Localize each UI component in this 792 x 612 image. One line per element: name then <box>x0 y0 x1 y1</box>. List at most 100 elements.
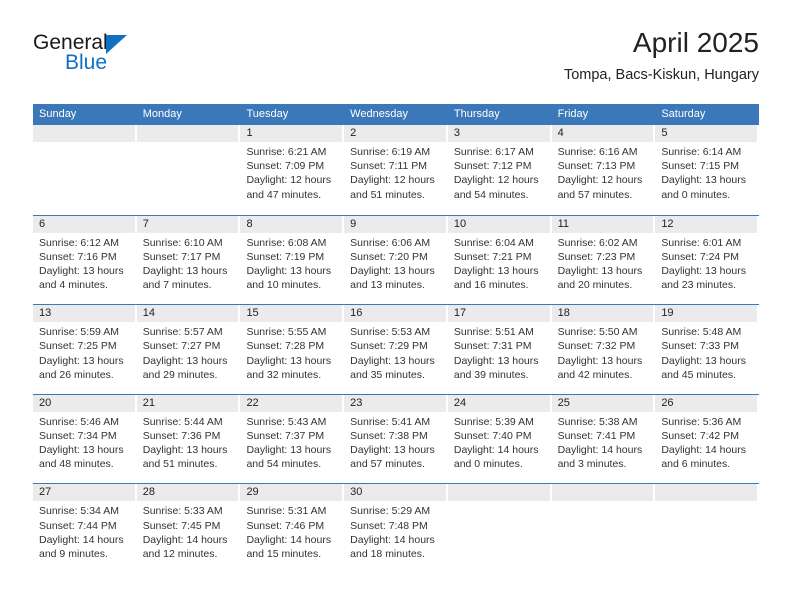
sunset-text: Sunset: 7:15 PM <box>661 160 739 173</box>
page-title: April 2025 <box>632 27 759 58</box>
calendar-day-cell[interactable]: 25 Sunrise: 5:38 AM Sunset: 7:41 PM Dayligh… <box>551 394 656 484</box>
daylight-text: Daylight: 13 hours and 0 minutes. <box>661 174 746 201</box>
day-number: 27 <box>33 484 135 502</box>
day-details: Sunrise: 5:50 AM Sunset: 7:32 PM Daylight:… <box>552 322 656 382</box>
calendar-week-row: 13 Sunrise: 5:59 AM Sunset: 7:25 PM Dayligh… <box>33 304 759 394</box>
logo-text-blue: Blue <box>65 51 108 74</box>
day-number: 2 <box>344 125 446 142</box>
day-number: 23 <box>344 394 446 412</box>
sunrise-text: Sunrise: 5:48 AM <box>661 326 742 339</box>
day-details: Sunrise: 5:44 AM Sunset: 7:36 PM Daylight:… <box>137 412 241 472</box>
page-header: General Blue April 2025 Tompa, Bacs-Kisk… <box>33 26 759 96</box>
day-details: Sunrise: 5:41 AM Sunset: 7:38 PM Daylight:… <box>344 412 448 472</box>
calendar-day-cell[interactable]: 3 Sunrise: 6:17 AM Sunset: 7:12 PM Daylight… <box>447 125 552 215</box>
sunrise-text: Sunrise: 5:38 AM <box>557 415 638 428</box>
day-number: 7 <box>136 215 239 233</box>
calendar-day-cell[interactable]: 13 Sunrise: 5:59 AM Sunset: 7:25 PM Dayligh… <box>33 305 137 394</box>
day-details: Sunrise: 5:31 AM Sunset: 7:46 PM Daylight:… <box>240 501 344 561</box>
calendar-day-cell[interactable]: 14 Sunrise: 5:57 AM Sunset: 7:27 PM Dayligh… <box>136 305 241 394</box>
daylight-text: Daylight: 13 hours and 26 minutes. <box>39 354 124 381</box>
sunset-text: Sunset: 7:31 PM <box>453 340 532 353</box>
calendar-day-cell[interactable]: 17 Sunrise: 5:51 AM Sunset: 7:31 PM Dayligh… <box>447 305 552 394</box>
daylight-text: Daylight: 14 hours and 15 minutes. <box>246 533 332 560</box>
daylight-text: Daylight: 13 hours and 35 minutes. <box>350 354 435 381</box>
sunset-text: Sunset: 7:25 PM <box>39 340 117 353</box>
day-details: Sunrise: 6:06 AM Sunset: 7:20 PM Daylight:… <box>344 233 448 293</box>
day-number: 19 <box>655 305 758 323</box>
title-block: April 2025 Tompa, Bacs-Kiskun, Hungary <box>564 26 759 86</box>
day-number: 30 <box>344 484 446 502</box>
calendar-day-cell[interactable]: 27 Sunrise: 5:34 AM Sunset: 7:44 PM Dayligh… <box>33 484 137 573</box>
calendar-day-cell[interactable]: 20 Sunrise: 5:46 AM Sunset: 7:34 PM Dayligh… <box>33 394 137 484</box>
sunrise-text: Sunrise: 5:53 AM <box>350 326 431 339</box>
calendar-day-cell[interactable]: 15 Sunrise: 5:55 AM Sunset: 7:28 PM Dayligh… <box>240 305 344 394</box>
day-number: 9 <box>344 215 446 233</box>
calendar-day-cell[interactable]: 26 Sunrise: 5:36 AM Sunset: 7:42 PM Dayligh… <box>655 394 759 484</box>
calendar-day-cell[interactable]: 28 Sunrise: 5:33 AM Sunset: 7:45 PM Dayligh… <box>136 484 241 573</box>
calendar-day-cell[interactable]: 11 Sunrise: 6:02 AM Sunset: 7:23 PM Dayligh… <box>551 215 656 305</box>
daylight-text: Daylight: 12 hours and 47 minutes. <box>246 174 332 201</box>
daylight-text: Daylight: 13 hours and 29 minutes. <box>142 354 228 381</box>
sunset-text: Sunset: 7:16 PM <box>39 250 117 263</box>
day-details: Sunrise: 5:43 AM Sunset: 7:37 PM Daylight:… <box>240 412 344 472</box>
day-number: 5 <box>655 125 758 142</box>
sunset-text: Sunset: 7:13 PM <box>557 160 636 173</box>
calendar-page: General Blue April 2025 Tompa, Bacs-Kisk… <box>0 0 792 612</box>
sunset-text: Sunset: 7:20 PM <box>350 250 428 263</box>
sunrise-text: Sunrise: 6:14 AM <box>661 146 742 158</box>
daylight-text: Daylight: 13 hours and 20 minutes. <box>557 265 643 292</box>
day-number: 20 <box>33 394 135 412</box>
calendar-day-cell[interactable]: 1 Sunrise: 6:21 AM Sunset: 7:09 PM Daylight… <box>240 125 344 215</box>
calendar-day-cell[interactable]: 8 Sunrise: 6:08 AM Sunset: 7:19 PM Daylight… <box>240 215 344 305</box>
sunrise-text: Sunrise: 5:34 AM <box>39 505 119 518</box>
day-details: Sunrise: 6:21 AM Sunset: 7:09 PM Daylight:… <box>240 142 344 202</box>
calendar-day-cell[interactable]: 2 Sunrise: 6:19 AM Sunset: 7:11 PM Daylight… <box>344 125 448 215</box>
day-details: Sunrise: 5:34 AM Sunset: 7:44 PM Daylight:… <box>33 501 137 561</box>
weekday-header-tuesday: Tuesday <box>246 108 289 120</box>
day-details: Sunrise: 6:02 AM Sunset: 7:23 PM Daylight:… <box>552 233 656 293</box>
day-number: 22 <box>240 394 343 412</box>
sunrise-text: Sunrise: 6:06 AM <box>350 236 431 249</box>
calendar-day-cell[interactable]: 6 Sunrise: 6:12 AM Sunset: 7:16 PM Daylight… <box>33 215 137 305</box>
sunset-text: Sunset: 7:11 PM <box>350 160 428 173</box>
calendar-day-cell[interactable]: 4 Sunrise: 6:16 AM Sunset: 7:13 PM Daylight… <box>551 125 656 215</box>
sunset-text: Sunset: 7:46 PM <box>246 519 325 532</box>
calendar-day-cell[interactable]: 18 Sunrise: 5:50 AM Sunset: 7:32 PM Dayligh… <box>551 305 656 394</box>
calendar-day-cell[interactable]: 19 Sunrise: 5:48 AM Sunset: 7:33 PM Dayligh… <box>655 305 759 394</box>
day-number: 26 <box>655 394 758 412</box>
sunrise-text: Sunrise: 6:08 AM <box>246 236 327 249</box>
day-number: 8 <box>240 215 343 233</box>
calendar-day-cell[interactable]: 21 Sunrise: 5:44 AM Sunset: 7:36 PM Dayligh… <box>136 394 241 484</box>
sunrise-text: Sunrise: 6:19 AM <box>350 146 431 158</box>
calendar-day-cell[interactable]: 23 Sunrise: 5:41 AM Sunset: 7:38 PM Dayligh… <box>344 394 448 484</box>
day-number: 25 <box>551 394 654 412</box>
calendar-day-cell[interactable]: 10 Sunrise: 6:04 AM Sunset: 7:21 PM Dayligh… <box>447 215 552 305</box>
calendar-grid: Sunday Monday Tuesday Wednesday Thursday Frid… <box>33 104 759 573</box>
day-details: Sunrise: 6:10 AM Sunset: 7:17 PM Daylight:… <box>137 233 241 293</box>
daylight-text: Daylight: 12 hours and 57 minutes. <box>557 174 643 201</box>
daylight-text: Daylight: 12 hours and 51 minutes. <box>350 174 435 201</box>
calendar-day-cell[interactable]: 16 Sunrise: 5:53 AM Sunset: 7:29 PM Dayligh… <box>344 305 448 394</box>
calendar-day-cell[interactable]: 9 Sunrise: 6:06 AM Sunset: 7:20 PM Daylight… <box>344 215 448 305</box>
calendar-day-cell[interactable]: 29 Sunrise: 5:31 AM Sunset: 7:46 PM Dayligh… <box>240 484 344 573</box>
weekday-header-sunday: Sunday <box>39 108 77 120</box>
sunrise-text: Sunrise: 5:33 AM <box>142 505 223 518</box>
calendar-day-cell[interactable]: 30 Sunrise: 5:29 AM Sunset: 7:48 PM Dayligh… <box>344 484 448 573</box>
daylight-text: Daylight: 12 hours and 54 minutes. <box>453 174 539 201</box>
weekday-header-row: Sunday Monday Tuesday Wednesday Thursday Frid… <box>33 104 759 125</box>
daylight-text: Daylight: 13 hours and 4 minutes. <box>39 265 124 292</box>
calendar-day-cell[interactable]: 5 Sunrise: 6:14 AM Sunset: 7:15 PM Daylight… <box>655 125 759 215</box>
calendar-day-cell[interactable]: 12 Sunrise: 6:01 AM Sunset: 7:24 PM Dayligh… <box>655 215 759 305</box>
sunset-text: Sunset: 7:36 PM <box>142 429 221 442</box>
daylight-text: Daylight: 13 hours and 39 minutes. <box>453 354 539 381</box>
daylight-text: Daylight: 13 hours and 7 minutes. <box>142 265 228 292</box>
calendar-day-cell[interactable]: 7 Sunrise: 6:10 AM Sunset: 7:17 PM Daylight… <box>136 215 241 305</box>
day-number <box>136 125 239 142</box>
daylight-text: Daylight: 13 hours and 23 minutes. <box>661 265 746 292</box>
calendar-day-cell[interactable]: 22 Sunrise: 5:43 AM Sunset: 7:37 PM Dayligh… <box>240 394 344 484</box>
sunrise-text: Sunrise: 6:16 AM <box>557 146 638 158</box>
sunrise-text: Sunrise: 6:01 AM <box>661 236 742 249</box>
day-number: 18 <box>551 305 654 323</box>
calendar-day-cell-empty <box>447 484 552 573</box>
calendar-day-cell[interactable]: 24 Sunrise: 5:39 AM Sunset: 7:40 PM Dayligh… <box>447 394 552 484</box>
